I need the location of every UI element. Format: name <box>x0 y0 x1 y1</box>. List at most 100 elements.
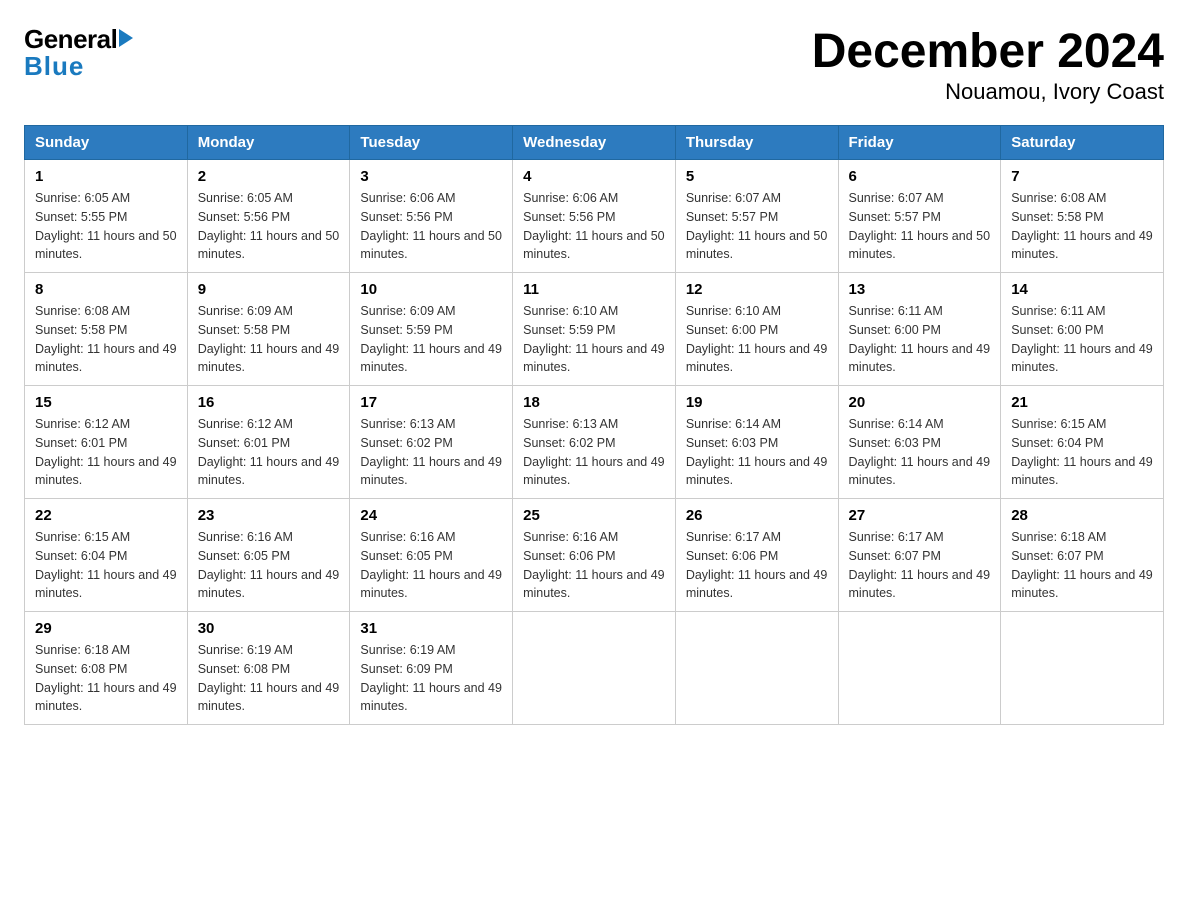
day-info: Sunrise: 6:12 AMSunset: 6:01 PMDaylight:… <box>35 415 177 490</box>
calendar-cell: 17 Sunrise: 6:13 AMSunset: 6:02 PMDayligh… <box>350 386 513 499</box>
day-number: 14 <box>1011 281 1153 298</box>
day-info: Sunrise: 6:16 AMSunset: 6:05 PMDaylight:… <box>360 528 502 603</box>
day-number: 11 <box>523 281 665 298</box>
day-number: 9 <box>198 281 340 298</box>
calendar-cell: 23 Sunrise: 6:16 AMSunset: 6:05 PMDayligh… <box>187 499 350 612</box>
calendar-cell: 20 Sunrise: 6:14 AMSunset: 6:03 PMDayligh… <box>838 386 1001 499</box>
day-info: Sunrise: 6:10 AMSunset: 6:00 PMDaylight:… <box>686 302 828 377</box>
page-header: General Blue December 2024 Nouamou, Ivor… <box>24 24 1164 105</box>
title-block: December 2024 Nouamou, Ivory Coast <box>812 24 1164 105</box>
day-number: 31 <box>360 620 502 637</box>
calendar-cell: 2Sunrise: 6:05 AMSunset: 5:56 PMDaylight… <box>187 160 350 273</box>
day-number: 17 <box>360 394 502 411</box>
calendar-cell: 29Sunrise: 6:18 AMSunset: 6:08 PMDayligh… <box>25 612 188 725</box>
calendar-cell: 21Sunrise: 6:15 AMSunset: 6:04 PMDayligh… <box>1001 386 1164 499</box>
calendar-cell: 27Sunrise: 6:17 AMSunset: 6:07 PMDayligh… <box>838 499 1001 612</box>
calendar-cell: 9Sunrise: 6:09 AMSunset: 5:58 PMDaylight… <box>187 273 350 386</box>
day-info: Sunrise: 6:11 AMSunset: 6:00 PMDaylight:… <box>849 302 991 377</box>
calendar-table: Sunday Monday Tuesday Wednesday Thursday… <box>24 125 1164 725</box>
day-number: 10 <box>360 281 502 298</box>
calendar-cell <box>1001 612 1164 725</box>
day-info: Sunrise: 6:13 AMSunset: 6:02 PMDaylight:… <box>360 415 502 490</box>
calendar-cell: 15 Sunrise: 6:12 AMSunset: 6:01 PMDayligh… <box>25 386 188 499</box>
day-info: Sunrise: 6:18 AMSunset: 6:07 PMDaylight:… <box>1011 528 1153 603</box>
day-number: 16 <box>198 394 340 411</box>
calendar-week-row: 29Sunrise: 6:18 AMSunset: 6:08 PMDayligh… <box>25 612 1164 725</box>
day-info: Sunrise: 6:14 AMSunset: 6:03 PMDaylight:… <box>686 415 828 490</box>
calendar-week-row: 8 Sunrise: 6:08 AMSunset: 5:58 PMDaylight… <box>25 273 1164 386</box>
calendar-cell <box>675 612 838 725</box>
day-number: 7 <box>1011 168 1153 185</box>
col-wednesday: Wednesday <box>513 126 676 160</box>
day-info: Sunrise: 6:16 AMSunset: 6:06 PMDaylight:… <box>523 528 665 603</box>
calendar-cell: 14 Sunrise: 6:11 AMSunset: 6:00 PMDayligh… <box>1001 273 1164 386</box>
day-number: 21 <box>1011 394 1153 411</box>
day-info: Sunrise: 6:07 AMSunset: 5:57 PMDaylight:… <box>686 189 828 264</box>
day-number: 27 <box>849 507 991 524</box>
day-number: 26 <box>686 507 828 524</box>
calendar-cell: 22Sunrise: 6:15 AMSunset: 6:04 PMDayligh… <box>25 499 188 612</box>
day-info: Sunrise: 6:19 AMSunset: 6:08 PMDaylight:… <box>198 641 340 716</box>
day-info: Sunrise: 6:08 AMSunset: 5:58 PMDaylight:… <box>35 302 177 377</box>
day-number: 24 <box>360 507 502 524</box>
day-number: 12 <box>686 281 828 298</box>
day-info: Sunrise: 6:15 AMSunset: 6:04 PMDaylight:… <box>35 528 177 603</box>
day-number: 28 <box>1011 507 1153 524</box>
day-number: 20 <box>849 394 991 411</box>
logo: General Blue <box>24 24 133 82</box>
calendar-cell: 13 Sunrise: 6:11 AMSunset: 6:00 PMDayligh… <box>838 273 1001 386</box>
day-number: 1 <box>35 168 177 185</box>
calendar-body: 1 Sunrise: 6:05 AMSunset: 5:55 PMDaylight… <box>25 160 1164 725</box>
day-info: Sunrise: 6:19 AMSunset: 6:09 PMDaylight:… <box>360 641 502 716</box>
day-number: 4 <box>523 168 665 185</box>
day-info: Sunrise: 6:17 AMSunset: 6:06 PMDaylight:… <box>686 528 828 603</box>
calendar-cell: 28 Sunrise: 6:18 AMSunset: 6:07 PMDayligh… <box>1001 499 1164 612</box>
day-number: 18 <box>523 394 665 411</box>
calendar-cell: 26 Sunrise: 6:17 AMSunset: 6:06 PMDayligh… <box>675 499 838 612</box>
calendar-cell: 16 Sunrise: 6:12 AMSunset: 6:01 PMDayligh… <box>187 386 350 499</box>
day-info: Sunrise: 6:05 AMSunset: 5:55 PMDaylight:… <box>35 189 177 264</box>
calendar-cell: 25Sunrise: 6:16 AMSunset: 6:06 PMDayligh… <box>513 499 676 612</box>
day-number: 8 <box>35 281 177 298</box>
day-number: 15 <box>35 394 177 411</box>
col-friday: Friday <box>838 126 1001 160</box>
calendar-week-row: 22Sunrise: 6:15 AMSunset: 6:04 PMDayligh… <box>25 499 1164 612</box>
calendar-cell: 8 Sunrise: 6:08 AMSunset: 5:58 PMDaylight… <box>25 273 188 386</box>
calendar-cell: 6Sunrise: 6:07 AMSunset: 5:57 PMDaylight… <box>838 160 1001 273</box>
calendar-cell <box>513 612 676 725</box>
day-info: Sunrise: 6:18 AMSunset: 6:08 PMDaylight:… <box>35 641 177 716</box>
day-number: 13 <box>849 281 991 298</box>
day-info: Sunrise: 6:09 AMSunset: 5:59 PMDaylight:… <box>360 302 502 377</box>
day-info: Sunrise: 6:06 AMSunset: 5:56 PMDaylight:… <box>360 189 502 264</box>
logo-arrow-icon <box>119 29 133 47</box>
day-number: 30 <box>198 620 340 637</box>
calendar-week-row: 15 Sunrise: 6:12 AMSunset: 6:01 PMDayligh… <box>25 386 1164 499</box>
header-row: Sunday Monday Tuesday Wednesday Thursday… <box>25 126 1164 160</box>
calendar-cell <box>838 612 1001 725</box>
day-info: Sunrise: 6:11 AMSunset: 6:00 PMDaylight:… <box>1011 302 1153 377</box>
day-number: 3 <box>360 168 502 185</box>
calendar-cell: 11Sunrise: 6:10 AMSunset: 5:59 PMDayligh… <box>513 273 676 386</box>
day-info: Sunrise: 6:14 AMSunset: 6:03 PMDaylight:… <box>849 415 991 490</box>
day-info: Sunrise: 6:08 AMSunset: 5:58 PMDaylight:… <box>1011 189 1153 264</box>
calendar-cell: 24 Sunrise: 6:16 AMSunset: 6:05 PMDayligh… <box>350 499 513 612</box>
day-info: Sunrise: 6:12 AMSunset: 6:01 PMDaylight:… <box>198 415 340 490</box>
calendar-cell: 4 Sunrise: 6:06 AMSunset: 5:56 PMDaylight… <box>513 160 676 273</box>
day-info: Sunrise: 6:05 AMSunset: 5:56 PMDaylight:… <box>198 189 340 264</box>
day-info: Sunrise: 6:06 AMSunset: 5:56 PMDaylight:… <box>523 189 665 264</box>
day-info: Sunrise: 6:16 AMSunset: 6:05 PMDaylight:… <box>198 528 340 603</box>
calendar-cell: 7 Sunrise: 6:08 AMSunset: 5:58 PMDaylight… <box>1001 160 1164 273</box>
calendar-cell: 12 Sunrise: 6:10 AMSunset: 6:00 PMDayligh… <box>675 273 838 386</box>
calendar-header: Sunday Monday Tuesday Wednesday Thursday… <box>25 126 1164 160</box>
col-thursday: Thursday <box>675 126 838 160</box>
col-tuesday: Tuesday <box>350 126 513 160</box>
calendar-cell: 31 Sunrise: 6:19 AMSunset: 6:09 PMDayligh… <box>350 612 513 725</box>
logo-blue-text: Blue <box>24 51 84 82</box>
calendar-cell: 10 Sunrise: 6:09 AMSunset: 5:59 PMDayligh… <box>350 273 513 386</box>
day-number: 5 <box>686 168 828 185</box>
day-number: 23 <box>198 507 340 524</box>
col-monday: Monday <box>187 126 350 160</box>
calendar-week-row: 1 Sunrise: 6:05 AMSunset: 5:55 PMDaylight… <box>25 160 1164 273</box>
day-number: 6 <box>849 168 991 185</box>
calendar-cell: 30 Sunrise: 6:19 AMSunset: 6:08 PMDayligh… <box>187 612 350 725</box>
